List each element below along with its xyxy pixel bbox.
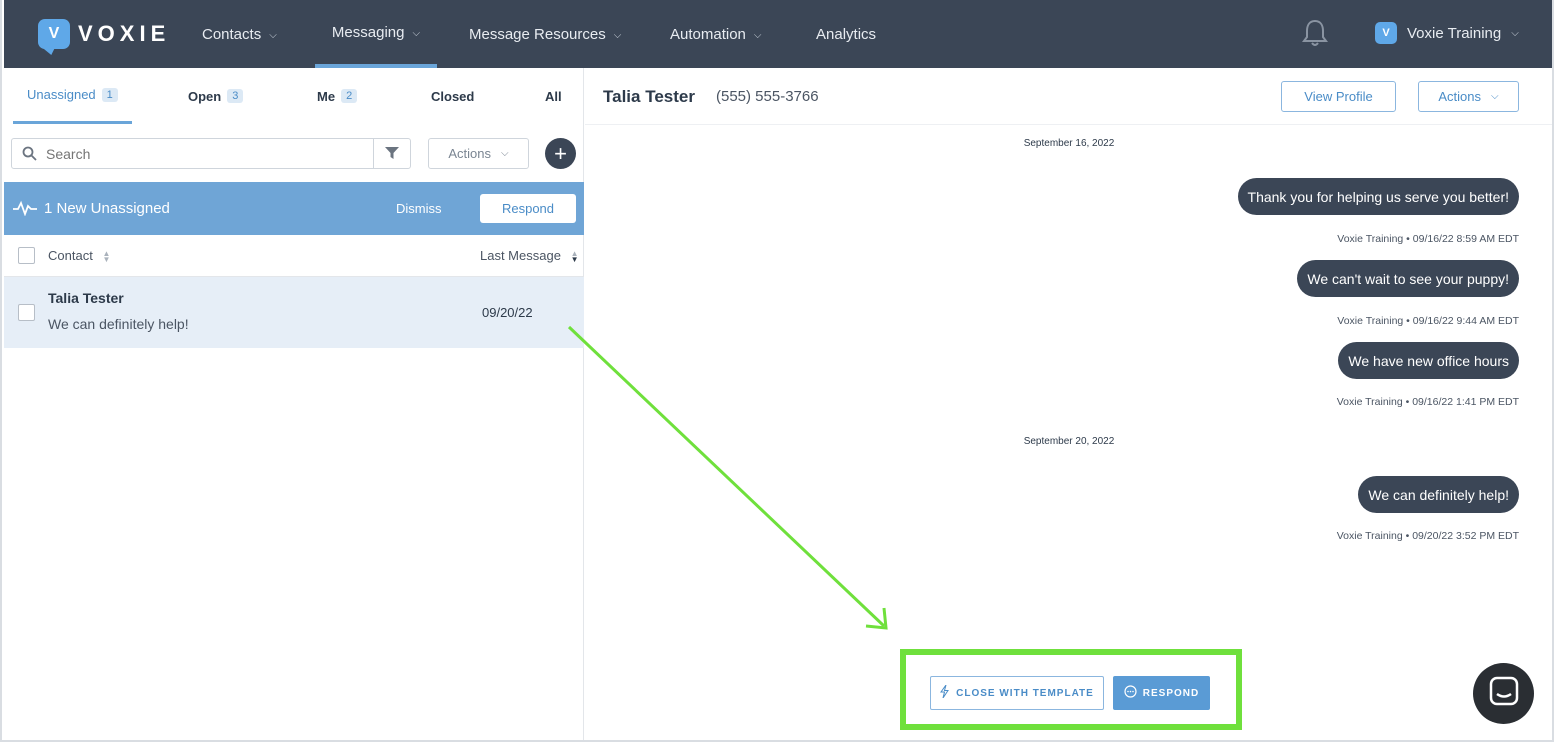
chevron-down-icon: ⌵ xyxy=(269,29,277,41)
lightning-icon xyxy=(940,684,950,701)
logo-text: VOXIE xyxy=(78,21,171,46)
contact-header-label: Contact xyxy=(48,248,93,263)
contact-column-header[interactable]: Contact ▲ ▼ xyxy=(48,248,110,263)
last-message-column-header[interactable]: Last Message ▲ ▼ xyxy=(480,248,578,263)
tab-count: 1 xyxy=(101,87,118,102)
close-with-template-button[interactable]: CLOSE WITH TEMPLATE xyxy=(930,676,1104,710)
chevron-down-icon: ⌵ xyxy=(501,148,509,159)
tab-label: Open xyxy=(188,88,222,104)
top-navigation: V VOXIE Contacts ⌵ Messaging ⌵ Message R… xyxy=(4,0,1552,68)
chat-widget-launcher[interactable] xyxy=(1473,663,1534,724)
add-conversation-button[interactable]: + xyxy=(545,138,576,169)
conversation-panel: Talia Tester (555) 555-3766 View Profile… xyxy=(585,68,1552,740)
actions-label: Actions xyxy=(448,146,492,161)
table-row[interactable]: Talia Tester We can definitely help! 09/… xyxy=(4,277,584,348)
table-header: Contact ▲ ▼ Last Message ▲ ▼ xyxy=(4,235,584,277)
new-unassigned-banner: 1 New Unassigned Dismiss Respond xyxy=(4,182,584,235)
tab-count: 2 xyxy=(341,89,358,103)
tab-open[interactable]: Open 3 xyxy=(188,68,244,124)
account-logo: V xyxy=(1375,22,1397,44)
search-icon xyxy=(12,146,46,161)
list-actions-dropdown[interactable]: Actions ⌵ xyxy=(428,138,529,169)
message-bubble: We have new office hours xyxy=(1338,342,1519,379)
conversation-actions-dropdown[interactable]: Actions ⌵ xyxy=(1418,81,1519,112)
select-all-checkbox[interactable] xyxy=(18,247,35,264)
date-separator: September 20, 2022 xyxy=(1023,436,1115,447)
tab-label: Unassigned xyxy=(27,87,96,102)
respond-label: RESPOND xyxy=(1142,687,1200,699)
contact-name: Talia Tester xyxy=(603,87,695,106)
tab-label: Me xyxy=(317,88,336,104)
nav-automation[interactable]: Automation ⌵ xyxy=(670,0,761,68)
nav-label: Analytics xyxy=(816,25,877,43)
chevron-down-icon: ⌵ xyxy=(1491,91,1499,102)
message-meta: Voxie Training • 09/16/22 9:44 AM EDT xyxy=(1337,315,1519,327)
bell-icon[interactable] xyxy=(1301,18,1329,48)
conversation-list-panel: Unassigned 1 Open 3 Me 2 Closed All Sear… xyxy=(4,68,584,740)
logo-mark: V xyxy=(38,19,70,49)
row-checkbox[interactable] xyxy=(18,304,35,321)
view-profile-button[interactable]: View Profile xyxy=(1281,81,1396,112)
nav-message-resources[interactable]: Message Resources ⌵ xyxy=(469,0,621,68)
chevron-down-icon: ⌵ xyxy=(753,29,762,41)
sort-icon: ▲ ▼ xyxy=(570,248,579,264)
respond-button[interactable]: RESPOND xyxy=(1113,676,1210,710)
search-input[interactable] xyxy=(46,145,366,162)
tab-label: All xyxy=(545,88,562,104)
chevron-down-icon: ⌵ xyxy=(412,27,421,39)
activity-wave-icon xyxy=(12,200,38,221)
sort-icon: ▲ ▼ xyxy=(102,248,111,264)
close-with-template-label: CLOSE WITH TEMPLATE xyxy=(956,687,1094,699)
last-message-header-label: Last Message xyxy=(480,248,561,263)
row-message-preview: We can definitely help! xyxy=(48,316,189,332)
tab-label: Closed xyxy=(431,88,475,104)
nav-label: Contacts xyxy=(202,25,262,43)
message-meta: Voxie Training • 09/20/22 3:52 PM EDT xyxy=(1336,530,1519,542)
row-date: 09/20/22 xyxy=(482,305,533,320)
chat-icon xyxy=(1489,676,1519,711)
voxie-logo[interactable]: V VOXIE xyxy=(38,19,170,49)
nav-contacts[interactable]: Contacts ⌵ xyxy=(202,0,277,68)
conversation-header: Talia Tester (555) 555-3766 View Profile… xyxy=(585,68,1552,125)
actions-label: Actions xyxy=(1438,89,1482,104)
message-bubble: We can't wait to see your puppy! xyxy=(1297,260,1519,297)
tab-me[interactable]: Me 2 xyxy=(317,68,358,124)
chevron-down-icon: ⌵ xyxy=(1511,27,1519,39)
tab-closed[interactable]: Closed xyxy=(431,68,474,124)
tab-unassigned[interactable]: Unassigned 1 xyxy=(13,68,132,124)
search-box xyxy=(11,138,411,169)
tab-count: 3 xyxy=(227,89,244,103)
nav-label: Messaging xyxy=(331,23,405,41)
dismiss-button[interactable]: Dismiss xyxy=(396,201,442,216)
nav-label: Automation xyxy=(670,25,746,43)
banner-text: 1 New Unassigned xyxy=(44,200,170,217)
app-frame: V VOXIE Contacts ⌵ Messaging ⌵ Message R… xyxy=(0,0,1554,742)
plus-icon: + xyxy=(554,140,567,166)
row-contact-name: Talia Tester xyxy=(48,290,124,306)
nav-analytics[interactable]: Analytics xyxy=(816,0,876,68)
chevron-down-icon: ⌵ xyxy=(613,29,622,41)
conversation-tabs: Unassigned 1 Open 3 Me 2 Closed All xyxy=(4,68,584,124)
message-meta: Voxie Training • 09/16/22 1:41 PM EDT xyxy=(1336,396,1519,408)
nav-label: Message Resources xyxy=(469,25,606,43)
filter-icon[interactable] xyxy=(373,139,410,168)
nav-messaging[interactable]: Messaging ⌵ xyxy=(315,0,437,68)
contact-phone: (555) 555-3766 xyxy=(716,88,819,105)
message-bubble: Thank you for helping us serve you bette… xyxy=(1237,178,1519,215)
account-name: Voxie Training xyxy=(1407,24,1502,42)
banner-respond-button[interactable]: Respond xyxy=(480,194,576,223)
date-separator: September 16, 2022 xyxy=(1023,138,1115,149)
account-menu[interactable]: V Voxie Training ⌵ xyxy=(1375,22,1519,44)
message-bubble: We can definitely help! xyxy=(1358,476,1519,513)
chat-bubble-icon xyxy=(1124,685,1137,701)
message-meta: Voxie Training • 09/16/22 8:59 AM EDT xyxy=(1337,233,1519,245)
tab-all[interactable]: All xyxy=(545,68,562,124)
